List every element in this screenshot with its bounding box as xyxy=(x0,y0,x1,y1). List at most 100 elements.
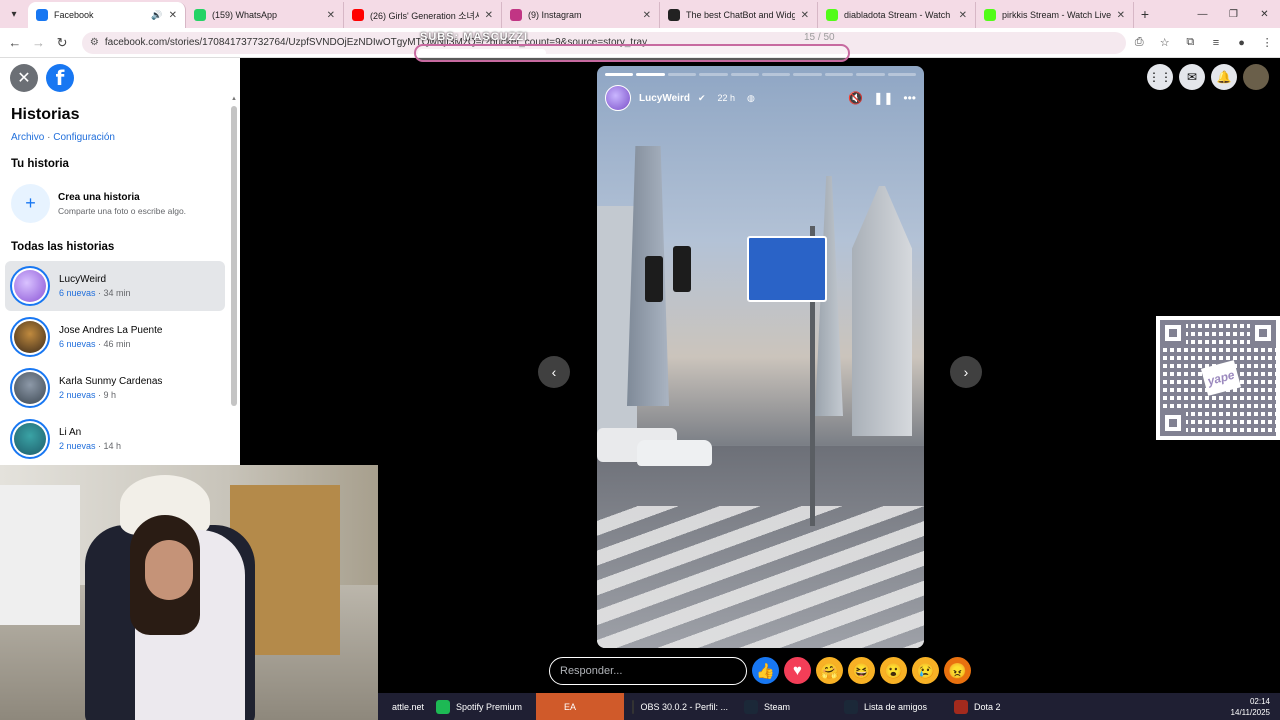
care-reaction-icon[interactable]: 🤗 xyxy=(816,657,843,684)
sidebar-scrollbar[interactable] xyxy=(231,106,237,406)
browser-tab[interactable]: (9) Instagram ✕ xyxy=(502,2,660,28)
progress-segment xyxy=(824,73,854,76)
settings-link[interactable]: Configuración xyxy=(53,132,115,143)
story-age: · 14 h xyxy=(95,441,122,451)
scroll-up-icon[interactable]: ▲ xyxy=(231,96,237,102)
clock-date: 14/11/2025 xyxy=(1230,707,1270,717)
close-tab-icon[interactable]: ✕ xyxy=(327,10,335,21)
taskbar-clock[interactable]: 02:14 14/11/2025 xyxy=(1231,696,1280,718)
mute-icon[interactable]: 🔇 xyxy=(848,91,863,105)
create-story-button[interactable]: + Crea una historia Comparte una foto o … xyxy=(11,184,186,223)
story-progress xyxy=(605,73,917,76)
archive-link[interactable]: Archivo xyxy=(11,132,44,143)
story-author-avatar[interactable] xyxy=(605,85,631,111)
clock-time: 02:14 xyxy=(1249,696,1270,706)
story-viewer[interactable]: LucyWeird ✔ 22 h ◍ 🔇 ❚❚ ••• xyxy=(597,66,924,648)
haha-reaction-icon[interactable]: 😆 xyxy=(848,657,875,684)
minimize-icon[interactable]: — xyxy=(1187,0,1218,28)
close-window-icon[interactable]: ✕ xyxy=(1249,0,1280,28)
previous-story-button[interactable]: ‹ xyxy=(538,356,570,388)
tab-title: The best ChatBot and Widgets xyxy=(686,10,795,20)
browser-tab[interactable]: (26) Girls' Generation 소녀시대 ✕ xyxy=(344,2,502,28)
story-time: 22 h xyxy=(717,93,736,103)
bookmark-star-icon[interactable]: ☆ xyxy=(1152,36,1178,49)
tab-search-icon[interactable]: ▾ xyxy=(0,0,28,28)
pause-icon[interactable]: ❚❚ xyxy=(873,91,893,105)
browser-tab[interactable]: (159) WhatsApp ✕ xyxy=(186,2,344,28)
wow-reaction-icon[interactable]: 😮 xyxy=(880,657,907,684)
webcam-overlay xyxy=(0,465,378,720)
progress-segment xyxy=(605,73,634,76)
tab-audio-icon[interactable]: 🔊 xyxy=(151,10,162,21)
notifications-icon[interactable]: 🔔 xyxy=(1211,64,1237,90)
reload-icon[interactable]: ↻ xyxy=(50,35,74,51)
taskbar-item[interactable]: attle.net xyxy=(378,693,428,720)
instagram-icon xyxy=(510,9,522,21)
progress-segment xyxy=(636,73,665,76)
close-tab-icon[interactable]: ✕ xyxy=(485,10,493,21)
story-user-name: Li An xyxy=(59,427,82,438)
taskbar-item[interactable]: Spotify Premium xyxy=(428,693,536,720)
story-header: LucyWeird ✔ 22 h ◍ 🔇 ❚❚ ••• xyxy=(605,84,916,112)
back-icon[interactable]: ← xyxy=(3,35,27,50)
forward-icon[interactable]: → xyxy=(27,35,51,50)
story-list-item[interactable]: Jose Andres La Puente 6 nuevas · 46 min xyxy=(5,312,225,362)
story-new-count: 6 nuevas xyxy=(59,339,96,349)
story-list-item[interactable]: LucyWeird 6 nuevas · 34 min xyxy=(5,261,225,311)
story-meta: 6 nuevas · 46 min xyxy=(59,339,162,349)
sad-reaction-icon[interactable]: 😢 xyxy=(912,657,939,684)
story-user-name: Jose Andres La Puente xyxy=(59,325,163,336)
reply-input[interactable]: Responder... xyxy=(549,657,747,685)
next-story-button[interactable]: › xyxy=(950,356,982,388)
story-age: · 9 h xyxy=(95,390,117,400)
story-author-name[interactable]: LucyWeird xyxy=(639,93,690,104)
new-tab-button[interactable]: + xyxy=(1134,6,1156,22)
stories-sidebar: ✕ f Historias Archivo · Configuración Tu… xyxy=(0,58,240,465)
tab-title: diabladota Stream - Watch Live xyxy=(844,10,953,20)
close-tab-icon[interactable]: ✕ xyxy=(643,10,651,21)
browser-tab[interactable]: pirkkis Stream - Watch Live on ✕ xyxy=(976,2,1134,28)
facebook-logo-icon[interactable]: f xyxy=(46,64,74,92)
love-reaction-icon[interactable]: ♥ xyxy=(784,657,811,684)
chatbot-icon xyxy=(668,9,680,21)
install-app-icon[interactable]: ⎙ xyxy=(1126,36,1152,49)
profile-icon[interactable]: ● xyxy=(1229,37,1255,49)
close-tab-icon[interactable]: ✕ xyxy=(959,10,967,21)
avatar xyxy=(10,368,50,408)
messenger-icon[interactable]: ✉ xyxy=(1179,64,1205,90)
story-list-item[interactable]: Li An 2 nuevas · 14 h xyxy=(5,414,225,464)
close-tab-icon[interactable]: ✕ xyxy=(1117,10,1125,21)
restore-icon[interactable]: ❐ xyxy=(1218,0,1249,28)
browser-tab[interactable]: Facebook 🔊 ✕ xyxy=(28,2,186,28)
tab-title: pirkkis Stream - Watch Live on xyxy=(1002,10,1111,20)
media-control-icon[interactable]: ≡ xyxy=(1203,37,1229,49)
window-controls: — ❐ ✕ xyxy=(1187,0,1280,28)
progress-segment xyxy=(730,73,760,76)
taskbar-item[interactable]: EA xyxy=(536,693,624,720)
site-info-icon[interactable]: ⚙ xyxy=(90,37,99,48)
story-user-name: LucyWeird xyxy=(59,274,107,285)
account-avatar[interactable] xyxy=(1243,64,1269,90)
browser-tab[interactable]: The best ChatBot and Widgets ✕ xyxy=(660,2,818,28)
extensions-icon[interactable]: ⧉ xyxy=(1178,36,1204,49)
taskbar-item[interactable]: Steam xyxy=(736,693,836,720)
story-list-item[interactable]: Karla Sunmy Cardenas 2 nuevas · 9 h xyxy=(5,363,225,413)
like-reaction-icon[interactable]: 👍 xyxy=(752,657,779,684)
close-tab-icon[interactable]: ✕ xyxy=(801,10,809,21)
avatar xyxy=(10,266,50,306)
menu-grid-icon[interactable]: ⋮⋮ xyxy=(1147,64,1173,90)
close-tab-icon[interactable]: ✕ xyxy=(169,10,177,21)
taskbar-item[interactable]: Lista de amigos xyxy=(836,693,946,720)
taskbar-item[interactable]: OBS 30.0.2 - Perfil: ... xyxy=(624,693,736,720)
verified-icon: ✔ xyxy=(697,92,706,103)
browser-tab[interactable]: diabladota Stream - Watch Live ✕ xyxy=(818,2,976,28)
close-stories-button[interactable]: ✕ xyxy=(10,64,38,92)
angry-reaction-icon[interactable]: 😠 xyxy=(944,657,971,684)
subs-goal-title: SUBS: MASCUZZI xyxy=(420,31,529,43)
more-options-icon[interactable]: ••• xyxy=(903,91,916,105)
yape-qr-code: yape xyxy=(1156,316,1280,440)
taskbar-item[interactable]: Dota 2 xyxy=(946,693,1026,720)
sidebar-links: Archivo · Configuración xyxy=(11,132,115,143)
browser-menu-icon[interactable]: ⋮ xyxy=(1254,36,1280,49)
yape-logo: yape xyxy=(1200,360,1242,396)
